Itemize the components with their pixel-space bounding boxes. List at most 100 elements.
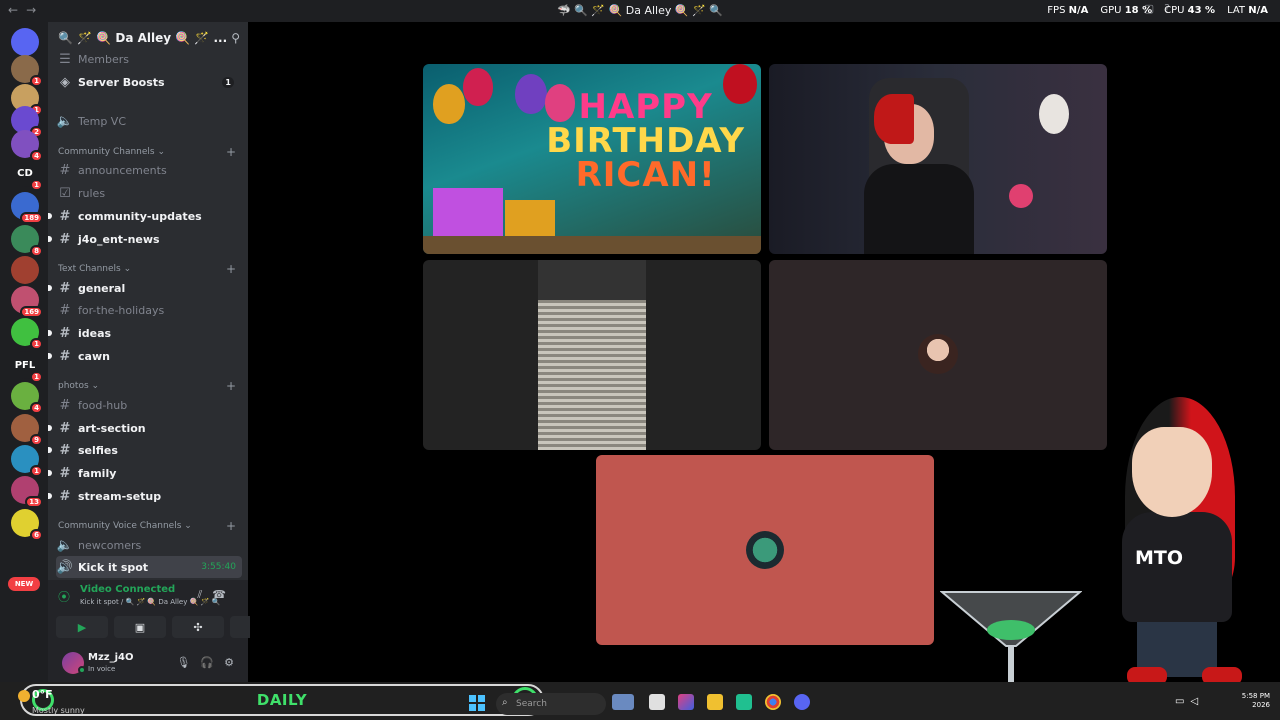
search-input[interactable]: ⌕ Search: [496, 693, 606, 715]
members-label: Members: [78, 52, 129, 66]
channel-label: general: [78, 281, 126, 295]
category-label: Community Voice Channels: [58, 521, 182, 531]
noise-suppression-icon[interactable]: ⫽: [197, 588, 212, 601]
video-tile-phone[interactable]: [423, 260, 761, 450]
file-explorer-icon[interactable]: [707, 694, 723, 710]
invite-icon[interactable]: ⚲: [231, 31, 240, 45]
cpu-label: CPU: [1164, 5, 1185, 16]
speaker-icon: 🔈: [56, 113, 74, 129]
signal-icon[interactable]: ⦿: [58, 588, 70, 605]
settings-gear-icon[interactable]: ⚙: [224, 656, 234, 669]
streamer-avatar-overlay: MTO: [1107, 397, 1277, 687]
channel-label: ideas: [78, 326, 112, 340]
avatar-face: [1132, 427, 1212, 517]
channel-j4o-ent-news[interactable]: # j4o_ent-news: [48, 228, 242, 250]
disconnect-icon[interactable]: ☎: [212, 588, 236, 601]
windows-start-icon[interactable]: [469, 695, 485, 711]
channel-for-the-holidays[interactable]: # for-the-holidays: [56, 299, 242, 321]
martini-glass-overlay: [940, 591, 1082, 682]
category-text[interactable]: Text Channels ⌄ +: [58, 262, 242, 276]
server-icon[interactable]: 9: [11, 414, 43, 446]
server-icon[interactable]: 169: [11, 286, 43, 318]
channel-general[interactable]: # general: [48, 277, 242, 299]
activities-button[interactable]: ✣: [172, 616, 224, 638]
server-icon[interactable]: 8: [11, 225, 43, 257]
server-icon[interactable]: 189: [11, 192, 43, 224]
channel-community-updates[interactable]: # community-updates: [48, 205, 242, 227]
server-boosts-item[interactable]: ◈ Server Boosts 1: [56, 71, 242, 93]
birthday-word: HAPPY: [578, 87, 713, 127]
category-label: Community Channels: [58, 147, 155, 157]
server-icon[interactable]: [11, 256, 39, 284]
members-item[interactable]: ☰ Members: [56, 48, 242, 70]
user-status: In voice: [88, 665, 116, 673]
lat-value: N/A: [1248, 5, 1268, 16]
microphone-icon[interactable]: 🎙: [176, 656, 190, 669]
channel-family[interactable]: # family: [48, 462, 242, 484]
channel-label: Temp VC: [78, 114, 127, 128]
unread-dot: [48, 425, 52, 431]
channel-selfies[interactable]: # selfies: [48, 439, 242, 461]
voice-status: Video Connected: [80, 584, 176, 595]
clock[interactable]: 5:58 PM 2026: [1242, 692, 1270, 710]
server-icon[interactable]: 1: [11, 445, 43, 477]
discord-home-icon[interactable]: [11, 28, 39, 56]
channel-ideas[interactable]: # ideas: [48, 322, 242, 344]
server-name: 🔍 🪄 🍭 Da Alley 🍭 🪄 ...: [58, 31, 228, 45]
copilot-icon[interactable]: [678, 694, 694, 710]
task-view-icon[interactable]: [649, 694, 665, 710]
add-channel-icon[interactable]: +: [226, 262, 236, 276]
server-icon[interactable]: 1: [11, 318, 43, 350]
server-icon[interactable]: 6: [11, 509, 43, 541]
volume-icon[interactable]: ◁: [1190, 696, 1204, 707]
channel-label: cawn: [78, 349, 110, 363]
daily-widget[interactable]: DAILY 10: [20, 684, 544, 716]
fps-label: FPS: [1047, 5, 1066, 16]
hash-icon: #: [59, 231, 71, 247]
category-label: photos: [58, 381, 89, 391]
balloon-graphic: [433, 84, 465, 124]
add-channel-icon[interactable]: +: [226, 519, 236, 533]
chrome-icon[interactable]: [765, 694, 781, 710]
server-icon[interactable]: 1: [11, 55, 43, 87]
category-photos[interactable]: photos ⌄ +: [58, 379, 242, 393]
voice-channel-temp-vc[interactable]: 🔈 Temp VC: [56, 110, 242, 132]
screen-share-button[interactable]: ▣: [114, 616, 166, 638]
camera-button[interactable]: ▶: [56, 616, 108, 638]
video-tile-avatar[interactable]: [769, 260, 1107, 450]
video-tile-logo[interactable]: [596, 455, 934, 645]
search-placeholder: Search: [516, 699, 547, 709]
network-icon[interactable]: ▭: [1175, 696, 1190, 707]
category-community[interactable]: Community Channels ⌄ +: [58, 145, 242, 159]
channel-label: newcomers: [78, 538, 142, 552]
video-tile-webcam[interactable]: [769, 64, 1107, 254]
channel-rules[interactable]: ☑ rules: [56, 182, 242, 204]
server-icon[interactable]: CD 1: [11, 159, 43, 191]
unread-dot: [48, 213, 52, 219]
channel-announcements[interactable]: # announcements: [56, 159, 242, 181]
voice-channel-newcomers[interactable]: 🔈 newcomers: [56, 534, 242, 556]
server-icon[interactable]: PFL 1: [11, 351, 43, 383]
system-tray-icons[interactable]: ▭◁: [1175, 696, 1204, 707]
sun-icon: [18, 690, 30, 702]
channel-stream-setup[interactable]: # stream-setup: [48, 485, 242, 507]
headphones-icon[interactable]: 🎧: [200, 656, 214, 669]
channel-art-section[interactable]: # art-section: [48, 417, 242, 439]
voice-channel-kick-it-spot[interactable]: 🔊 Kick it spot 3:55:40: [56, 556, 242, 578]
server-icon[interactable]: 4: [11, 130, 43, 162]
category-community-voice[interactable]: Community Voice Channels ⌄ +: [58, 519, 242, 533]
add-channel-icon[interactable]: +: [226, 145, 236, 159]
table-graphic: [423, 236, 761, 254]
server-icon[interactable]: 4: [11, 382, 43, 414]
widgets-icon[interactable]: [612, 694, 634, 710]
add-channel-icon[interactable]: +: [226, 379, 236, 393]
weather-condition: Mostly sunny: [32, 706, 85, 715]
discord-icon[interactable]: [794, 694, 810, 710]
video-tile-birthday[interactable]: HAPPY BIRTHDAY RICAN!: [423, 64, 761, 254]
app-icon[interactable]: [736, 694, 752, 710]
channel-cawn[interactable]: # cawn: [48, 345, 242, 367]
channel-label: art-section: [78, 421, 146, 435]
boost-count: 1: [222, 76, 234, 88]
server-icon[interactable]: 13: [11, 476, 43, 508]
channel-food-hub[interactable]: # food-hub: [56, 394, 242, 416]
